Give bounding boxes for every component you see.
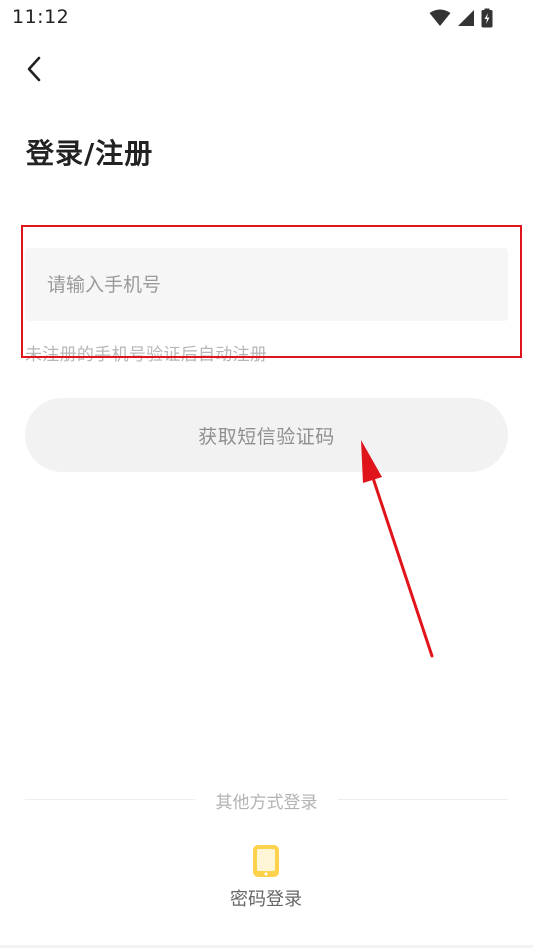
get-sms-code-label: 获取短信验证码 — [198, 425, 335, 448]
password-login-label: 密码登录 — [230, 889, 302, 910]
page-title: 登录/注册 — [26, 137, 154, 170]
chevron-left-icon — [27, 56, 41, 82]
login-screen: 11:12 登录/注册 请输入手机号 未注册的手机号验证后自动注册 获取短信验证… — [0, 0, 533, 948]
battery-charging-icon — [481, 8, 493, 28]
status-icons — [429, 8, 493, 28]
signal-icon — [457, 9, 475, 27]
status-time: 11:12 — [12, 6, 70, 28]
highlight-box — [21, 225, 522, 358]
status-bar: 11:12 — [0, 0, 533, 36]
phone-icon — [253, 845, 279, 877]
back-button[interactable] — [18, 52, 52, 86]
wifi-icon — [429, 9, 451, 27]
get-sms-code-button[interactable]: 获取短信验证码 — [25, 398, 508, 472]
other-login-label: 其他方式登录 — [215, 793, 318, 813]
password-login-button[interactable]: 密码登录 — [216, 843, 316, 911]
